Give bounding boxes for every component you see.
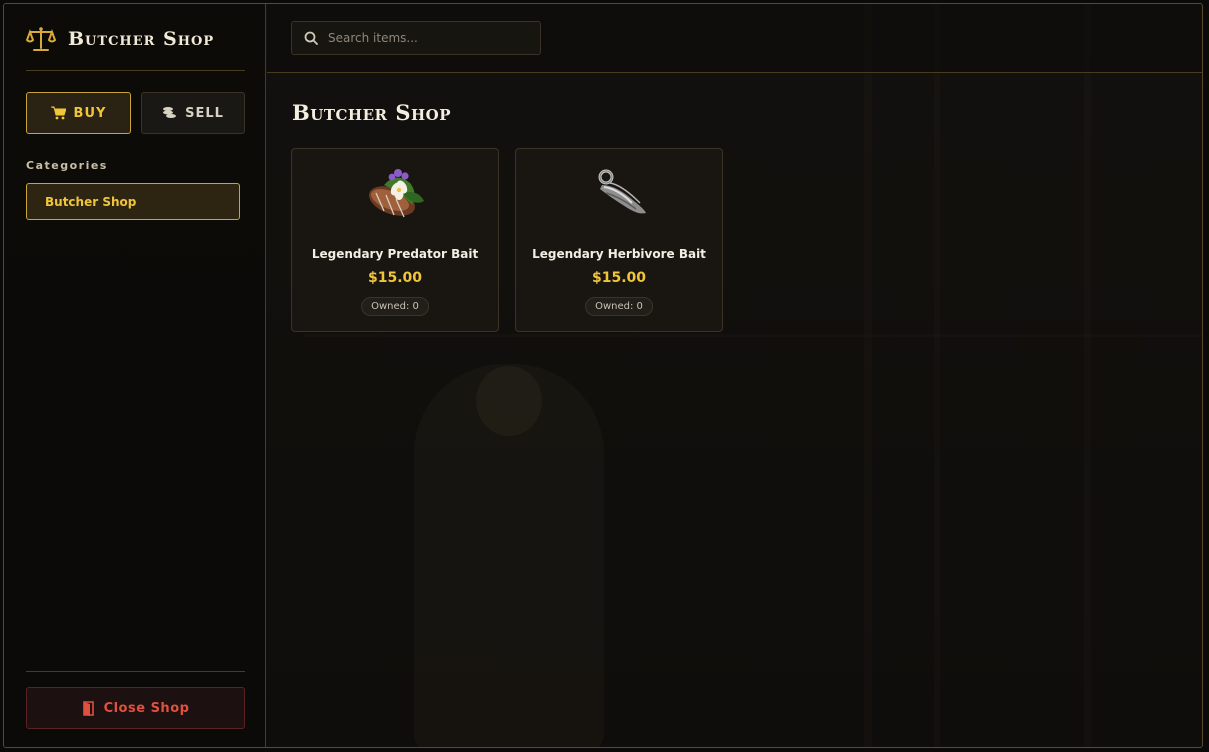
divider xyxy=(26,70,245,71)
buy-button[interactable]: BUY xyxy=(26,92,131,134)
categories-heading: Categories xyxy=(26,159,108,172)
sell-button[interactable]: SELL xyxy=(141,92,245,134)
owned-badge: Owned: 0 xyxy=(585,297,653,316)
search-icon xyxy=(304,31,318,45)
brand: Butcher Shop xyxy=(26,26,214,52)
sell-label: SELL xyxy=(185,105,224,121)
topbar xyxy=(267,4,1202,73)
sidebar: Butcher Shop BUY SELL Categories Butcher… xyxy=(4,4,266,747)
owned-badge: Owned: 0 xyxy=(361,297,429,316)
product-price: $15.00 xyxy=(367,270,423,286)
close-shop-button[interactable]: Close Shop xyxy=(26,687,245,729)
coins-icon xyxy=(163,107,177,118)
predator-bait-icon xyxy=(369,169,424,218)
buy-label: BUY xyxy=(73,105,107,121)
shop-window: Butcher Shop BUY SELL Categories Butcher… xyxy=(3,3,1203,748)
product-card-herbivore-bait[interactable]: Legendary Herbivore Bait $15.00 Owned: 0 xyxy=(515,148,723,332)
product-name: Legendary Predator Bait xyxy=(311,247,479,261)
product-name: Legendary Herbivore Bait xyxy=(532,247,706,261)
scales-icon xyxy=(26,27,56,51)
search-box[interactable] xyxy=(291,21,541,55)
herbivore-bait-icon xyxy=(598,169,646,214)
page-title: Butcher Shop xyxy=(292,100,451,125)
close-shop-label: Close Shop xyxy=(103,700,190,716)
cart-icon xyxy=(50,106,66,120)
divider xyxy=(26,671,245,672)
app-title: Butcher Shop xyxy=(68,28,215,50)
door-exit-icon xyxy=(82,700,94,716)
category-item-butcher-shop[interactable]: Butcher Shop xyxy=(26,183,240,220)
search-input[interactable] xyxy=(328,31,528,45)
product-card-predator-bait[interactable]: Legendary Predator Bait $15.00 Owned: 0 xyxy=(291,148,499,332)
product-price: $15.00 xyxy=(591,270,647,286)
